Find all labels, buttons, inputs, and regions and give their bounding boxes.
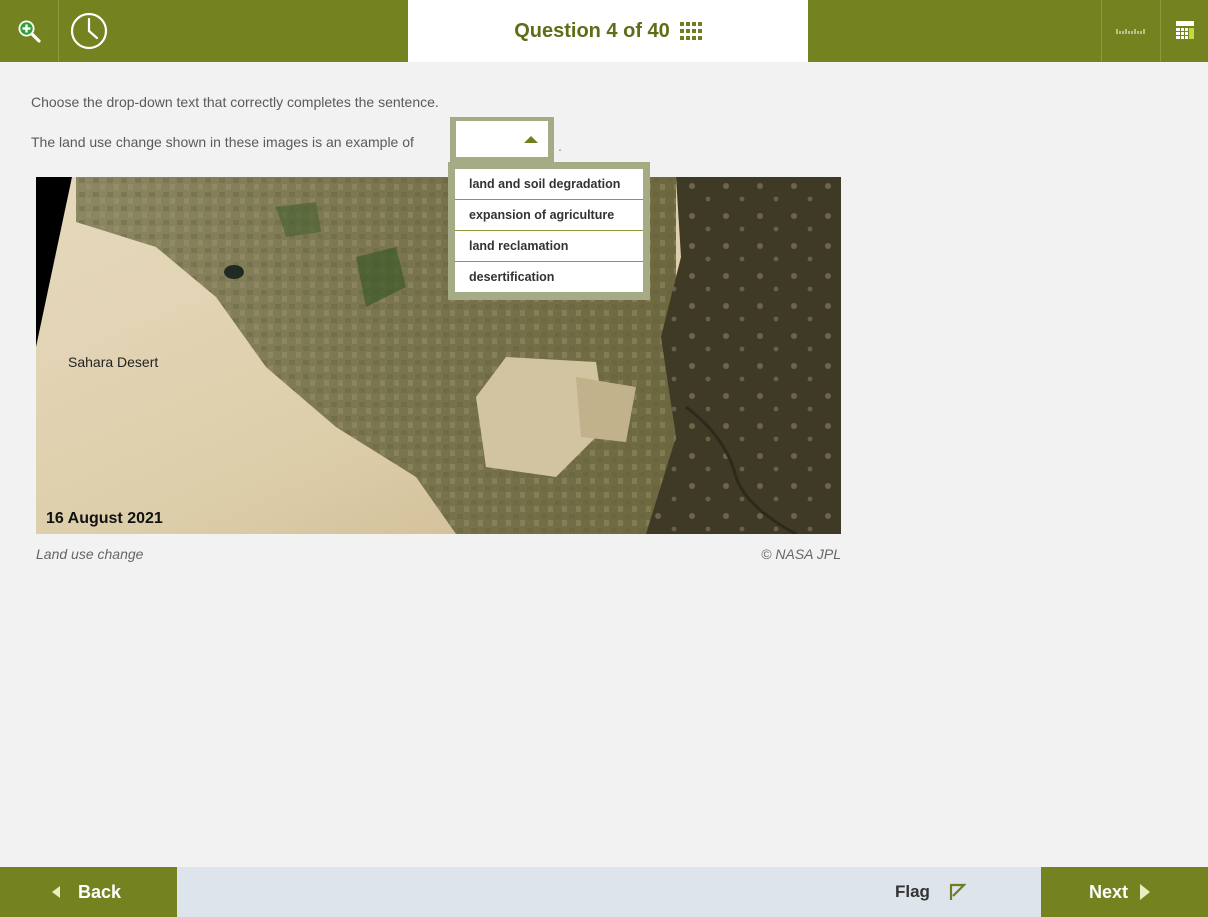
grid-icon[interactable] [679, 22, 702, 40]
ruler-icon [1116, 29, 1145, 34]
back-label: Back [78, 881, 122, 902]
satellite-image: Sahara Desert 16 August 2021 [36, 177, 841, 534]
clock-icon [70, 12, 108, 50]
answer-dropdown[interactable] [450, 117, 554, 163]
dropdown-option-expansion-agriculture[interactable]: expansion of agriculture [455, 200, 643, 231]
dropdown-option-land-soil-degradation[interactable]: land and soil degradation [455, 169, 643, 200]
flag-label: Flag [895, 882, 930, 901]
timer-button[interactable] [58, 0, 120, 62]
zoom-in-button[interactable] [0, 0, 59, 62]
back-arrow-icon [52, 886, 60, 898]
top-toolbar: Question 4 of 40 [0, 0, 1208, 62]
next-arrow-icon [1140, 884, 1151, 900]
dropdown-selected-value [456, 121, 548, 157]
flag-icon [949, 883, 966, 900]
next-label: Next [1089, 881, 1129, 902]
question-instruction: Choose the drop-down text that correctly… [31, 94, 439, 110]
flag-button[interactable]: Flag [895, 867, 966, 917]
zoom-in-icon [18, 20, 41, 43]
image-credit: © NASA JPL [761, 546, 841, 562]
calculator-icon [1176, 21, 1194, 39]
calculator-button[interactable] [1160, 0, 1208, 62]
dropdown-option-land-reclamation[interactable]: land reclamation [455, 231, 643, 262]
chevron-up-icon [524, 136, 538, 143]
back-button[interactable]: Back [0, 867, 177, 917]
ruler-button[interactable] [1101, 0, 1160, 62]
image-date-label: 16 August 2021 [46, 510, 163, 527]
sentence-end: . [558, 138, 562, 154]
question-indicator: Question 4 of 40 [408, 0, 808, 62]
bottom-navigation: Back Flag Next [0, 867, 1208, 917]
question-sentence: The land use change shown in these image… [31, 134, 414, 150]
image-caption: Land use change [36, 546, 144, 562]
question-number: Question 4 of 40 [514, 19, 670, 42]
image-region-label: Sahara Desert [68, 354, 159, 370]
next-button[interactable]: Next [1041, 867, 1208, 917]
dropdown-option-desertification[interactable]: desertification [455, 262, 643, 292]
dropdown-options: land and soil degradation expansion of a… [448, 162, 650, 300]
